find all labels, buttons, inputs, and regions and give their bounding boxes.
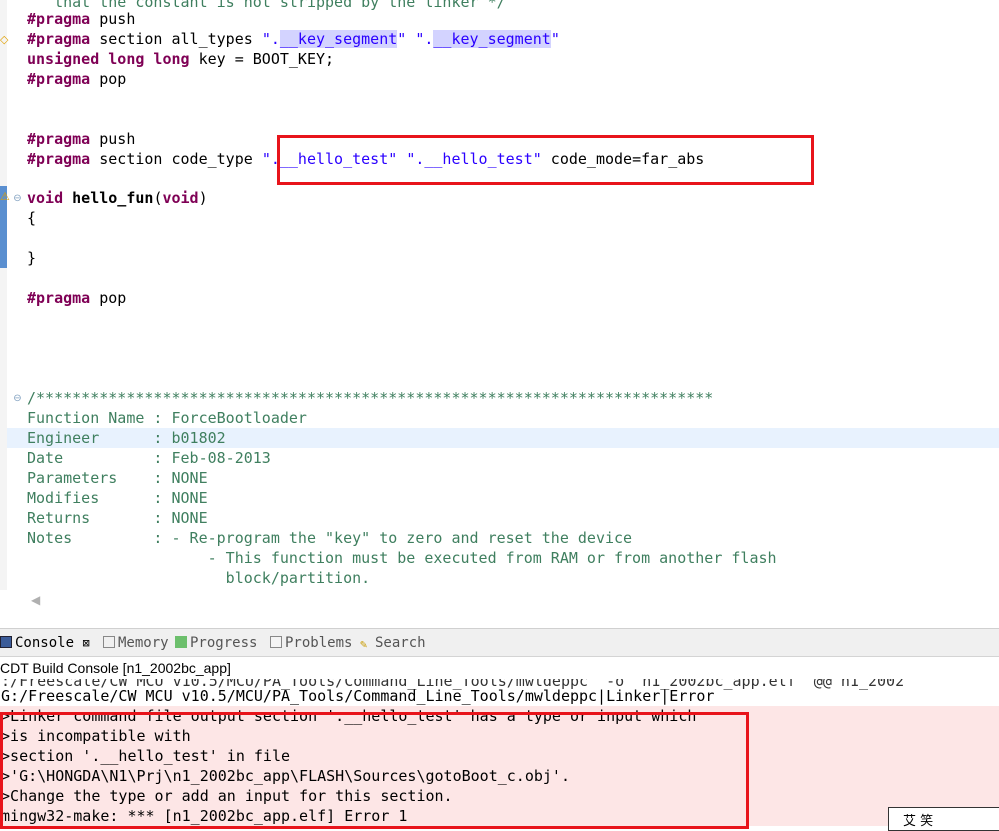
console-title: CDT Build Console [n1_2002bc_app] (0, 660, 231, 676)
code-line: } (27, 248, 36, 268)
warning-icon: ⚠ (0, 190, 10, 203)
code-comment: Notes : - Re-program the "key" to zero a… (27, 529, 633, 547)
code-text: section all_types (90, 30, 262, 48)
code-text: pop (90, 289, 127, 307)
tab-label: Memory (118, 635, 169, 651)
code-text: section code_type (90, 150, 262, 168)
code-line: #pragma section all_types ".__key_segmen… (27, 29, 560, 49)
scroll-left-icon[interactable]: ◀ (31, 593, 40, 607)
close-icon[interactable]: ⊠ (82, 636, 89, 650)
tab-label: Progress (190, 635, 258, 651)
progress-icon (175, 636, 187, 648)
code-text: } (27, 249, 37, 267)
fold-collapse-icon[interactable]: ⊖ (12, 193, 23, 204)
tab-console[interactable]: Console ⊠ (0, 633, 90, 653)
keyword: void (162, 189, 199, 207)
code-comment: Returns : NONE (27, 509, 208, 527)
keyword: #pragma (27, 70, 91, 88)
keyword: void (27, 189, 64, 207)
code-line: #pragma pop (27, 69, 126, 89)
warning-arrow-icon: ◇ (0, 33, 9, 46)
console-icon (0, 636, 12, 648)
code-line: { (27, 208, 36, 228)
keyword: #pragma (27, 150, 91, 168)
function-name: hello_fun (63, 189, 154, 207)
tab-label: Problems (285, 635, 353, 651)
code-text: { (27, 209, 37, 227)
code-comment: Engineer : b01802 (27, 429, 226, 447)
code-line: #pragma pop (27, 288, 126, 308)
string-literal: " (550, 30, 560, 48)
annotation-red-box (277, 135, 814, 185)
annotation-red-box (0, 712, 749, 829)
console-line: G:/Freescale/CW MCU v10.5/MCU/PA_Tools/C… (0, 687, 715, 705)
code-text: key = BOOT_KEY; (189, 50, 335, 68)
tab-label: Console (15, 635, 75, 651)
keyword: #pragma (27, 10, 91, 28)
problems-icon (270, 636, 282, 648)
string-literal: ". (261, 30, 280, 48)
tab-label: Search (375, 635, 426, 651)
console-view: Console ⊠ Memory Progress Problems ✎ Sear… (0, 628, 999, 831)
search-icon: ✎ (360, 637, 368, 651)
code-line: void hello_fun(void) (27, 188, 208, 208)
keyword: #pragma (27, 30, 91, 48)
code-comment: /***************************************… (27, 389, 714, 407)
keyword: #pragma (27, 130, 91, 148)
code-comment: Parameters : NONE (27, 469, 208, 487)
tab-search[interactable]: ✎ Search (360, 633, 426, 653)
string-literal: ". (415, 30, 434, 48)
code-editor[interactable]: ◇ ⚠ that the constant is not stripped by… (0, 0, 999, 590)
code-comment: block/partition. (27, 569, 371, 587)
code-text: push (90, 10, 136, 28)
code-text: pop (90, 70, 127, 88)
code-text: push (90, 130, 136, 148)
code-comment: Date : Feb-08-2013 (27, 449, 271, 467)
editor-gutter (0, 0, 7, 590)
code-comment: Modifies : NONE (27, 489, 208, 507)
fold-collapse-icon[interactable]: ⊖ (12, 393, 23, 404)
keyword: unsigned long long (27, 50, 190, 68)
code-line: #pragma push (27, 129, 135, 149)
string-literal: " (397, 30, 407, 48)
keyword: #pragma (27, 289, 91, 307)
code-text: ) (198, 189, 208, 207)
view-tab-bar: Console ⊠ Memory Progress Problems ✎ Sear… (0, 629, 999, 657)
memory-icon (103, 636, 115, 648)
code-comment: - This function must be executed from RA… (27, 549, 777, 567)
code-comment: Function Name : ForceBootloader (27, 409, 307, 427)
horizontal-scrollbar[interactable]: ◀ (27, 593, 999, 611)
tab-progress[interactable]: Progress (175, 633, 257, 653)
code-line: unsigned long long key = BOOT_KEY; (27, 49, 334, 69)
highlighted-occurrence: __key_segment (433, 30, 551, 48)
tab-memory[interactable]: Memory (103, 633, 169, 653)
tab-problems[interactable]: Problems (270, 633, 352, 653)
highlighted-occurrence: __key_segment (279, 30, 398, 48)
overlay-fragment: 艾 笑 (888, 807, 999, 831)
code-line: #pragma push (27, 9, 135, 29)
